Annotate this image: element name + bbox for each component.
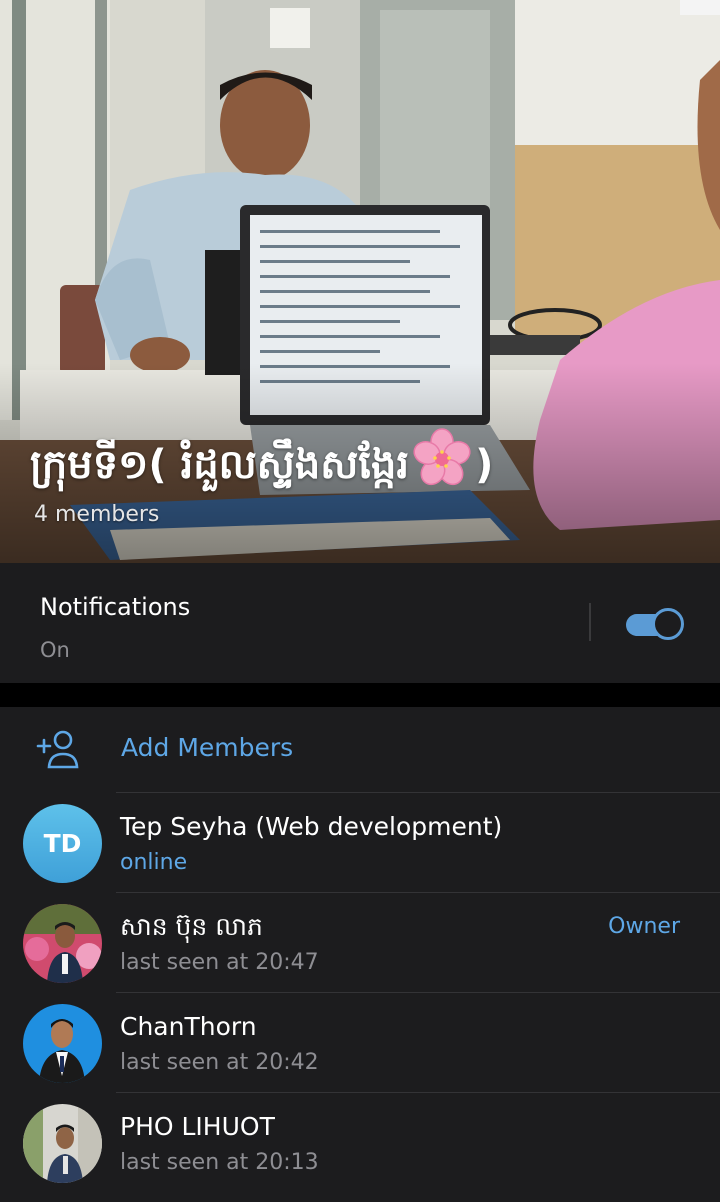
avatar-initials: TD (43, 829, 82, 858)
avatar (23, 1004, 102, 1083)
notifications-label: Notifications (40, 593, 191, 621)
member-row[interactable]: PHO LIHUOT last seen at 20:13 (0, 1092, 720, 1192)
member-status: last seen at 20:42 (120, 1050, 319, 1075)
member-name: Tep Seyha (Web development) (120, 812, 503, 841)
notifications-state: On (40, 638, 70, 662)
group-title-end: ) (475, 442, 494, 488)
notifications-row[interactable]: Notifications On (0, 563, 720, 683)
add-members-label: Add Members (121, 733, 294, 762)
avatar-photo (23, 1004, 102, 1083)
member-name: ChanThorn (120, 1012, 257, 1041)
group-header-photo[interactable]: ក្រុមទី១( រំដួលស្ទឹងសង្កែរ ) 4 members (0, 0, 720, 563)
owner-badge: Owner (608, 914, 680, 939)
avatar-photo (23, 1104, 102, 1183)
row-separator (116, 892, 720, 893)
member-name: PHO LIHUOT (120, 1112, 275, 1141)
cherry-blossom-emoji (413, 428, 471, 486)
toggle-knob (652, 608, 684, 640)
section-gap (0, 683, 720, 707)
group-title-text: ក្រុមទី១( រំដួលស្ទឹងសង្កែរ (30, 442, 410, 488)
divider (589, 603, 591, 641)
member-count: 4 members (34, 502, 160, 527)
avatar-photo (23, 904, 102, 983)
add-user-icon (36, 730, 79, 769)
member-status: last seen at 20:47 (120, 950, 319, 975)
member-name: សាន ប៊ុន លាភ (120, 912, 263, 941)
member-row[interactable]: TD Tep Seyha (Web development) online (0, 792, 720, 892)
notifications-toggle[interactable] (626, 608, 684, 642)
avatar (23, 1104, 102, 1183)
member-status: last seen at 20:13 (120, 1150, 319, 1175)
avatar (23, 904, 102, 983)
member-row[interactable]: ChanThorn last seen at 20:42 (0, 992, 720, 1092)
avatar: TD (23, 804, 102, 883)
group-title: ក្រុមទី១( រំដួលស្ទឹងសង្កែរ ) (30, 428, 493, 498)
row-separator (116, 792, 720, 793)
add-members-button[interactable]: Add Members (0, 707, 720, 792)
members-list: Add Members TD Tep Seyha (Web developmen… (0, 707, 720, 1202)
member-row[interactable]: សាន ប៊ុន លាភ last seen at 20:47 Owner (0, 892, 720, 992)
row-separator (116, 1092, 720, 1093)
row-separator (116, 992, 720, 993)
member-status: online (120, 850, 188, 875)
